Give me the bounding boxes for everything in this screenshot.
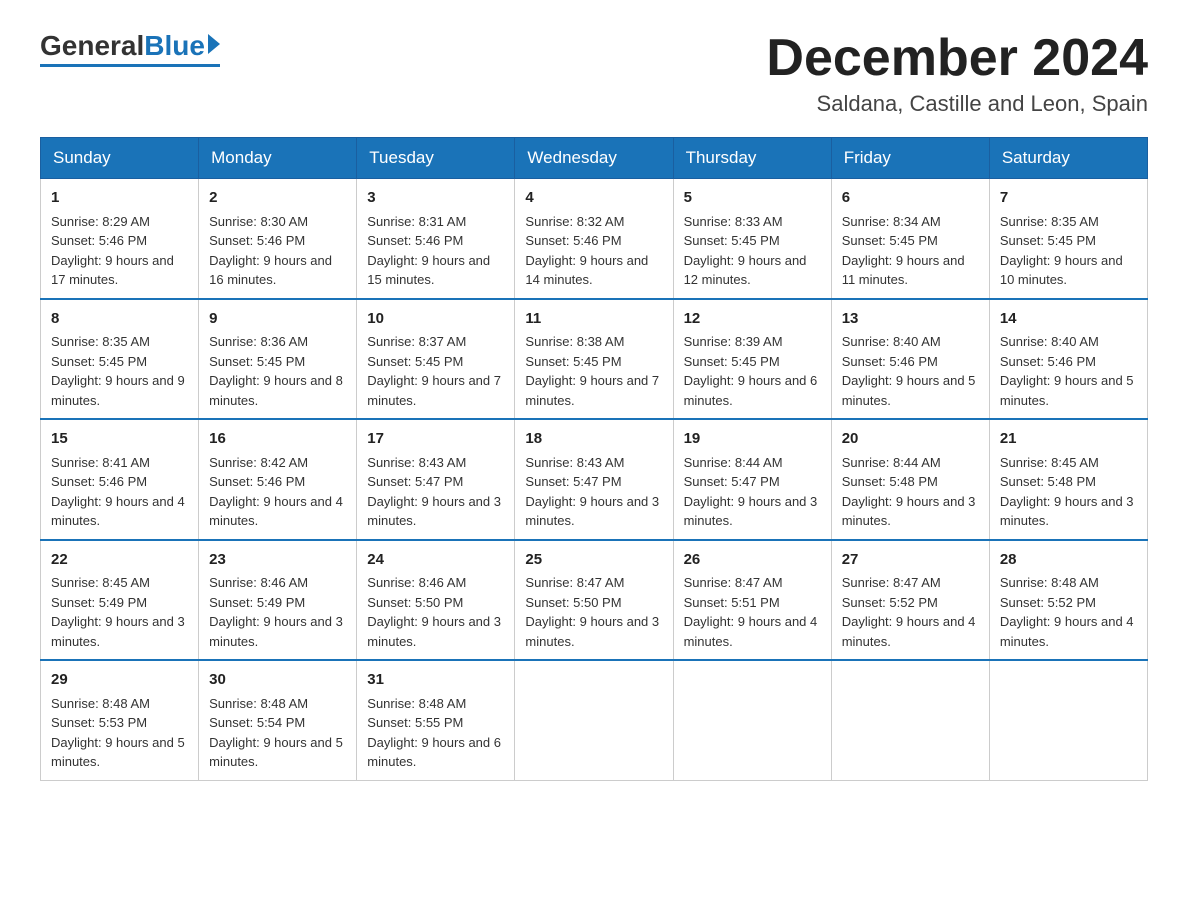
day-number: 11 xyxy=(525,308,662,331)
calendar-cell: 12Sunrise: 8:39 AMSunset: 5:45 PMDayligh… xyxy=(673,299,831,420)
calendar-cell: 8Sunrise: 8:35 AMSunset: 5:45 PMDaylight… xyxy=(41,299,199,420)
week-row-1: 1Sunrise: 8:29 AMSunset: 5:46 PMDaylight… xyxy=(41,179,1148,299)
day-number: 1 xyxy=(51,187,188,210)
day-number: 29 xyxy=(51,669,188,692)
logo-underline xyxy=(40,64,220,67)
calendar-cell: 25Sunrise: 8:47 AMSunset: 5:50 PMDayligh… xyxy=(515,540,673,661)
calendar-cell: 4Sunrise: 8:32 AMSunset: 5:46 PMDaylight… xyxy=(515,179,673,299)
calendar-cell: 21Sunrise: 8:45 AMSunset: 5:48 PMDayligh… xyxy=(989,419,1147,540)
day-number: 17 xyxy=(367,428,504,451)
calendar-cell: 31Sunrise: 8:48 AMSunset: 5:55 PMDayligh… xyxy=(357,660,515,780)
calendar-cell: 5Sunrise: 8:33 AMSunset: 5:45 PMDaylight… xyxy=(673,179,831,299)
calendar-cell: 15Sunrise: 8:41 AMSunset: 5:46 PMDayligh… xyxy=(41,419,199,540)
day-header-thursday: Thursday xyxy=(673,138,831,179)
calendar-cell: 23Sunrise: 8:46 AMSunset: 5:49 PMDayligh… xyxy=(199,540,357,661)
day-number: 13 xyxy=(842,308,979,331)
calendar-header-row: SundayMondayTuesdayWednesdayThursdayFrid… xyxy=(41,138,1148,179)
day-number: 14 xyxy=(1000,308,1137,331)
calendar-cell: 6Sunrise: 8:34 AMSunset: 5:45 PMDaylight… xyxy=(831,179,989,299)
calendar-table: SundayMondayTuesdayWednesdayThursdayFrid… xyxy=(40,137,1148,781)
calendar-cell: 2Sunrise: 8:30 AMSunset: 5:46 PMDaylight… xyxy=(199,179,357,299)
day-number: 7 xyxy=(1000,187,1137,210)
day-number: 16 xyxy=(209,428,346,451)
day-number: 24 xyxy=(367,549,504,572)
day-number: 4 xyxy=(525,187,662,210)
day-number: 23 xyxy=(209,549,346,572)
day-number: 28 xyxy=(1000,549,1137,572)
logo-blue-text: Blue xyxy=(144,30,205,62)
day-number: 2 xyxy=(209,187,346,210)
calendar-cell: 3Sunrise: 8:31 AMSunset: 5:46 PMDaylight… xyxy=(357,179,515,299)
calendar-cell: 26Sunrise: 8:47 AMSunset: 5:51 PMDayligh… xyxy=(673,540,831,661)
calendar-cell: 13Sunrise: 8:40 AMSunset: 5:46 PMDayligh… xyxy=(831,299,989,420)
week-row-2: 8Sunrise: 8:35 AMSunset: 5:45 PMDaylight… xyxy=(41,299,1148,420)
calendar-cell: 17Sunrise: 8:43 AMSunset: 5:47 PMDayligh… xyxy=(357,419,515,540)
calendar-cell: 28Sunrise: 8:48 AMSunset: 5:52 PMDayligh… xyxy=(989,540,1147,661)
day-header-friday: Friday xyxy=(831,138,989,179)
day-number: 27 xyxy=(842,549,979,572)
day-number: 12 xyxy=(684,308,821,331)
day-number: 15 xyxy=(51,428,188,451)
day-number: 9 xyxy=(209,308,346,331)
calendar-cell: 7Sunrise: 8:35 AMSunset: 5:45 PMDaylight… xyxy=(989,179,1147,299)
calendar-cell: 22Sunrise: 8:45 AMSunset: 5:49 PMDayligh… xyxy=(41,540,199,661)
day-number: 19 xyxy=(684,428,821,451)
calendar-cell xyxy=(989,660,1147,780)
day-header-tuesday: Tuesday xyxy=(357,138,515,179)
calendar-cell: 27Sunrise: 8:47 AMSunset: 5:52 PMDayligh… xyxy=(831,540,989,661)
day-number: 22 xyxy=(51,549,188,572)
day-number: 25 xyxy=(525,549,662,572)
calendar-cell xyxy=(673,660,831,780)
calendar-cell: 11Sunrise: 8:38 AMSunset: 5:45 PMDayligh… xyxy=(515,299,673,420)
calendar-cell: 24Sunrise: 8:46 AMSunset: 5:50 PMDayligh… xyxy=(357,540,515,661)
calendar-cell: 14Sunrise: 8:40 AMSunset: 5:46 PMDayligh… xyxy=(989,299,1147,420)
month-year-title: December 2024 xyxy=(766,30,1148,87)
day-number: 18 xyxy=(525,428,662,451)
calendar-cell: 20Sunrise: 8:44 AMSunset: 5:48 PMDayligh… xyxy=(831,419,989,540)
title-area: December 2024 Saldana, Castille and Leon… xyxy=(766,30,1148,117)
calendar-cell: 19Sunrise: 8:44 AMSunset: 5:47 PMDayligh… xyxy=(673,419,831,540)
page-header: General Blue December 2024 Saldana, Cast… xyxy=(40,30,1148,117)
calendar-cell xyxy=(515,660,673,780)
day-number: 6 xyxy=(842,187,979,210)
calendar-cell: 30Sunrise: 8:48 AMSunset: 5:54 PMDayligh… xyxy=(199,660,357,780)
logo-general-text: General xyxy=(40,30,144,62)
day-header-monday: Monday xyxy=(199,138,357,179)
day-header-saturday: Saturday xyxy=(989,138,1147,179)
day-header-sunday: Sunday xyxy=(41,138,199,179)
logo: General Blue xyxy=(40,30,220,67)
day-number: 30 xyxy=(209,669,346,692)
calendar-cell: 1Sunrise: 8:29 AMSunset: 5:46 PMDaylight… xyxy=(41,179,199,299)
week-row-4: 22Sunrise: 8:45 AMSunset: 5:49 PMDayligh… xyxy=(41,540,1148,661)
week-row-5: 29Sunrise: 8:48 AMSunset: 5:53 PMDayligh… xyxy=(41,660,1148,780)
day-number: 21 xyxy=(1000,428,1137,451)
day-number: 3 xyxy=(367,187,504,210)
calendar-cell xyxy=(831,660,989,780)
calendar-cell: 9Sunrise: 8:36 AMSunset: 5:45 PMDaylight… xyxy=(199,299,357,420)
calendar-cell: 29Sunrise: 8:48 AMSunset: 5:53 PMDayligh… xyxy=(41,660,199,780)
calendar-cell: 10Sunrise: 8:37 AMSunset: 5:45 PMDayligh… xyxy=(357,299,515,420)
day-number: 31 xyxy=(367,669,504,692)
day-number: 8 xyxy=(51,308,188,331)
day-header-wednesday: Wednesday xyxy=(515,138,673,179)
day-number: 10 xyxy=(367,308,504,331)
calendar-cell: 18Sunrise: 8:43 AMSunset: 5:47 PMDayligh… xyxy=(515,419,673,540)
calendar-cell: 16Sunrise: 8:42 AMSunset: 5:46 PMDayligh… xyxy=(199,419,357,540)
day-number: 5 xyxy=(684,187,821,210)
day-number: 20 xyxy=(842,428,979,451)
logo-arrow-icon xyxy=(208,34,220,54)
week-row-3: 15Sunrise: 8:41 AMSunset: 5:46 PMDayligh… xyxy=(41,419,1148,540)
location-subtitle: Saldana, Castille and Leon, Spain xyxy=(766,91,1148,117)
day-number: 26 xyxy=(684,549,821,572)
